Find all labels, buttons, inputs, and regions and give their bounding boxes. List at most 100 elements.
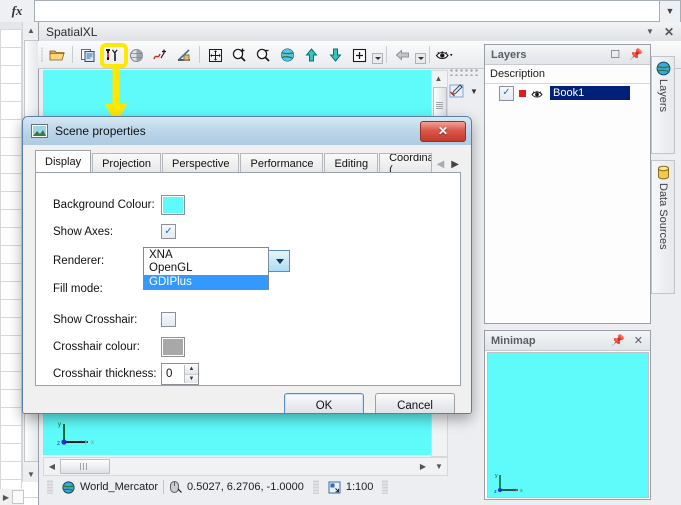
background-colour-swatch[interactable] <box>161 195 185 215</box>
move-up-icon[interactable] <box>299 43 323 66</box>
renderer-option-xna[interactable]: XNA <box>144 248 268 262</box>
tab-label: Performance <box>250 158 313 170</box>
show-axes-checkbox[interactable]: ✓ <box>161 224 176 239</box>
crosshair-colour-swatch[interactable] <box>161 337 185 357</box>
spreadsheet-sheet-tabs[interactable]: ▶ <box>0 489 24 505</box>
vector-plus-icon[interactable] <box>148 43 172 66</box>
renderer-option-gdiplus[interactable]: GDIPlus <box>144 275 268 289</box>
plus-box-icon[interactable] <box>347 43 371 66</box>
chevron-down-icon[interactable]: ▼ <box>470 87 478 96</box>
layers-panel-title: Layers <box>491 49 526 61</box>
dock-tabstrip: Layers Data Sources <box>651 56 675 306</box>
scroll-down-icon[interactable]: ▼ <box>23 466 39 482</box>
scroll-left-icon[interactable]: ◀ <box>44 462 60 471</box>
chevron-down-icon[interactable]: ▼ <box>646 27 654 36</box>
toolbar-separator <box>72 46 73 63</box>
statusbar-projection[interactable]: World_Mercator <box>57 481 163 494</box>
move-down-icon[interactable] <box>323 43 347 66</box>
copy-icon[interactable] <box>76 43 100 66</box>
spatialxl-titlebar: SpatialXL ▼ ✕ <box>39 22 681 41</box>
field-background-colour: Background Colour: <box>53 195 185 215</box>
pen-tool-grip <box>449 68 479 76</box>
open-folder-icon[interactable] <box>45 43 69 66</box>
statusbar-grip <box>382 480 388 494</box>
show-crosshair-checkbox[interactable] <box>161 312 176 327</box>
zoom-out-icon[interactable] <box>251 43 275 66</box>
sheet-tab[interactable] <box>12 490 24 504</box>
globe-shade-icon[interactable] <box>124 43 148 66</box>
chevron-down-icon[interactable]: ▼ <box>659 0 681 23</box>
svg-text:y: y <box>495 473 498 479</box>
sheet-tab-next-icon[interactable]: ▶ <box>0 493 12 502</box>
tab-display[interactable]: Display <box>35 150 91 173</box>
dock-tab-layers[interactable]: Layers <box>651 56 675 154</box>
scroll-right-icon[interactable]: ▶ <box>415 462 431 471</box>
chevron-right-icon[interactable]: ▶ <box>451 159 459 170</box>
chevron-down-icon[interactable] <box>276 259 284 264</box>
layer-colour-swatch[interactable] <box>519 90 526 97</box>
statusbar-coords[interactable]: 0.5027, 6.2706, -1.0000 <box>164 480 309 494</box>
stepper-down-icon[interactable]: ▼ <box>184 375 198 384</box>
crosshair-thickness-value: 0 <box>162 368 172 380</box>
pen-tool[interactable]: ▼ <box>449 82 479 100</box>
restore-icon[interactable]: ☐ <box>610 48 620 61</box>
svg-text:z: z <box>57 441 60 446</box>
dialog-buttons: OK Cancel <box>284 393 455 414</box>
scroll-up-icon[interactable]: ▲ <box>432 71 445 85</box>
tab-perspective[interactable]: Perspective <box>162 153 239 173</box>
formula-input[interactable] <box>34 0 659 22</box>
eye-icon[interactable] <box>531 88 545 99</box>
layers-column-header-label: Description <box>490 68 545 80</box>
globe-icon[interactable] <box>275 43 299 66</box>
minimap-panel-title: Minimap <box>491 335 536 347</box>
pin-icon[interactable]: 📌 <box>629 48 643 61</box>
globe-icon <box>62 481 75 494</box>
pan-icon[interactable] <box>203 43 227 66</box>
tab-coordinate[interactable]: Coordinate ( <box>379 153 431 173</box>
zoom-in-icon[interactable] <box>227 43 251 66</box>
scroll-menu-icon[interactable]: ▼ <box>431 462 447 471</box>
layers-panel: Layers ☐ 📌 Description ✓ Book1 <box>484 44 651 324</box>
scroll-up-icon[interactable]: ▲ <box>23 22 39 38</box>
renderer-dropdown-list[interactable]: XNA OpenGL GDIPlus <box>143 247 269 290</box>
dock-tab-data-sources[interactable]: Data Sources <box>651 160 675 294</box>
tab-editing[interactable]: Editing <box>324 153 378 173</box>
chevron-left-icon[interactable]: ◀ <box>437 159 445 170</box>
mouse-icon <box>169 480 182 494</box>
dialog-titlebar[interactable]: Scene properties ✕ <box>23 117 471 146</box>
toolbar-grip[interactable] <box>38 46 45 64</box>
statusbar-projection-label: World_Mercator <box>80 481 158 493</box>
statusbar-grip <box>47 480 53 494</box>
back-icon[interactable] <box>390 43 414 66</box>
pin-icon[interactable]: 📌 <box>611 334 625 347</box>
renderer-option-opengl[interactable]: OpenGL <box>144 262 268 276</box>
tab-label: Editing <box>334 158 368 170</box>
eye-icon[interactable] <box>433 43 457 66</box>
scroll-thumb[interactable] <box>60 459 110 474</box>
field-show-axes: Show Axes: ✓ <box>53 224 176 239</box>
ok-button[interactable]: OK <box>284 393 364 414</box>
pen-icon[interactable] <box>449 82 468 100</box>
field-show-crosshair: Show Crosshair: <box>53 312 176 327</box>
close-icon[interactable]: ✕ <box>664 25 674 39</box>
statusbar-grip <box>313 480 319 494</box>
statusbar-scale[interactable]: 1:100 <box>323 481 379 494</box>
tab-projection[interactable]: Projection <box>92 153 161 173</box>
crosshair-thickness-stepper[interactable]: 0 ▲ ▼ <box>161 363 199 385</box>
stepper-up-icon[interactable]: ▲ <box>184 365 198 375</box>
close-button[interactable]: ✕ <box>420 121 466 142</box>
minimap-canvas[interactable]: y z x <box>487 352 649 498</box>
layer-name[interactable]: Book1 <box>550 86 630 100</box>
scene-properties-icon[interactable] <box>100 43 124 66</box>
viewport-horizontal-scrollbar[interactable]: ◀ ▶ ▼ <box>43 457 448 476</box>
table-row[interactable]: ✓ Book1 <box>485 84 650 102</box>
angle-icon[interactable] <box>172 43 196 66</box>
fx-icon[interactable]: fx <box>0 3 34 19</box>
toolbar-overflow-button[interactable] <box>414 41 426 68</box>
toolbar-overflow-button[interactable] <box>371 41 383 68</box>
tab-performance[interactable]: Performance <box>240 153 323 173</box>
checkbox-checked-icon[interactable]: ✓ <box>499 86 514 101</box>
field-crosshair-colour: Crosshair colour: <box>53 337 185 357</box>
close-icon[interactable]: ✕ <box>634 334 643 347</box>
cancel-button[interactable]: Cancel <box>375 393 455 414</box>
